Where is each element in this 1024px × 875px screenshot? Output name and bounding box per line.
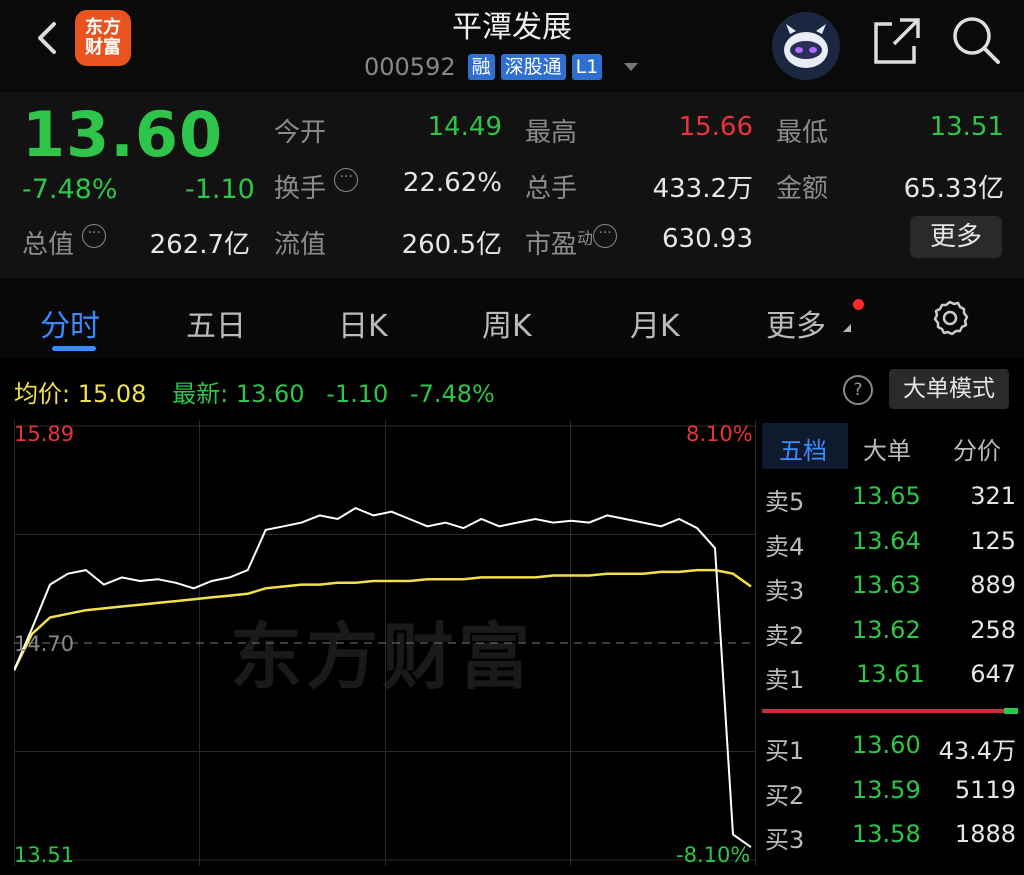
high-value: 15.66 (678, 112, 753, 142)
change-percent: -7.48% (22, 174, 118, 205)
change-amount: -1.10 (185, 174, 255, 205)
turnover-label: 换手 ··· (274, 168, 359, 205)
margin-tag: 融 (467, 54, 495, 80)
float-cap-value: 260.5亿 (401, 230, 502, 260)
ask-row: 卖3 13.63 889 (765, 571, 1016, 605)
stock-code-row[interactable]: 000592 融 深股通 L1 (364, 52, 639, 82)
ask-row: 卖2 13.62 258 (765, 616, 1016, 650)
info-dots-icon[interactable]: ··· (593, 224, 618, 248)
ask-row: 卖5 13.65 321 (765, 482, 1016, 516)
level-tag: L1 (571, 54, 603, 80)
bid-ask-ratio-bar-green (1004, 708, 1018, 714)
ask-row: 卖4 13.64 125 (765, 527, 1016, 561)
volume-value: 433.2万 (652, 174, 753, 204)
pct-max-label: 8.10% (686, 422, 753, 446)
settings-gear-icon[interactable] (929, 298, 971, 340)
big-order-mode-button[interactable]: 大单模式 (889, 369, 1009, 409)
price-line (14, 506, 752, 849)
bid-row: 买1 13.60 43.4万 (765, 731, 1016, 765)
y-mid-label: 14.70 (14, 632, 75, 656)
low-value: 13.51 (929, 112, 1004, 142)
avg-price: 15.08 (77, 380, 147, 408)
avg-price-line (14, 568, 752, 671)
bid-row: 买3 13.58 1888 (765, 820, 1016, 854)
intraday-chart[interactable] (14, 420, 756, 866)
connect-tag: 深股通 (500, 54, 566, 80)
more-fields-button[interactable]: 更多 (910, 216, 1002, 258)
open-label: 今开 (274, 118, 327, 148)
info-dots-icon[interactable]: ··· (334, 168, 359, 192)
pe-value: 630.93 (662, 224, 753, 254)
latest-price: 13.60 (235, 380, 305, 408)
help-icon[interactable]: ? (843, 375, 873, 405)
share-icon[interactable] (870, 14, 924, 68)
tab-more[interactable]: 更多 (766, 301, 826, 345)
open-value: 14.49 (427, 112, 502, 142)
search-icon[interactable] (948, 12, 1004, 68)
tab-monthly-k[interactable]: 月K (630, 301, 680, 345)
tab-five-day[interactable]: 五日 (186, 301, 246, 345)
market-cap-label: 总值 ··· (22, 224, 107, 261)
amount-value: 65.33亿 (903, 174, 1004, 204)
market-cap-value: 262.7亿 (149, 230, 250, 260)
bid-ask-ratio-bar (762, 709, 1018, 713)
stock-code: 000592 (364, 53, 456, 81)
chevron-down-icon[interactable] (624, 63, 639, 71)
volume-label: 总手 (525, 174, 578, 204)
bid-row: 买2 13.59 5119 (765, 776, 1016, 810)
notification-dot (853, 299, 864, 310)
amount-label: 金额 (776, 174, 829, 204)
pe-label: 市盈动 ··· (525, 224, 618, 261)
tab-weekly-k[interactable]: 周K (482, 301, 532, 345)
latest-change-pct: -7.48% (409, 380, 495, 408)
low-label: 最低 (776, 118, 829, 148)
tab-price-dist[interactable]: 分价 (953, 431, 1001, 466)
chart-summary: 均价: 15.08 最新: 13.60 -1.10 -7.48% (14, 380, 495, 408)
turnover-value: 22.62% (402, 168, 502, 198)
y-min-label: 13.51 (14, 843, 75, 867)
current-price: 13.60 (22, 98, 224, 171)
active-tab-indicator (52, 346, 96, 351)
order-book-tabs: 五档 大单 分价 (762, 422, 1020, 468)
high-label: 最高 (525, 118, 578, 148)
tab-daily-k[interactable]: 日K (338, 301, 388, 345)
chart-grid (14, 420, 756, 866)
tab-big-orders[interactable]: 大单 (863, 431, 911, 466)
tab-five-levels[interactable]: 五档 (779, 431, 827, 466)
robot-assistant-icon[interactable] (772, 12, 840, 80)
info-dots-icon[interactable]: ··· (82, 224, 107, 248)
y-max-label: 15.89 (14, 422, 75, 446)
ask-row: 卖1 13.61 647 (765, 660, 1016, 694)
float-cap-label: 流值 (274, 230, 327, 260)
pct-min-label: -8.10% (676, 843, 751, 867)
latest-change: -1.10 (326, 380, 389, 408)
dropdown-corner-icon (843, 324, 851, 332)
tab-intraday[interactable]: 分时 (40, 301, 100, 345)
